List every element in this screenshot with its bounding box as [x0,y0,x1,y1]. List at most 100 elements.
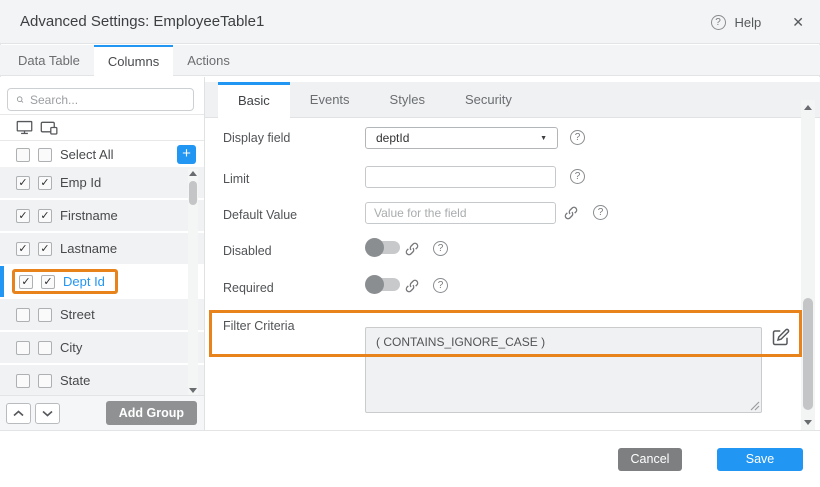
column-row[interactable]: State [0,365,204,396]
search-box [7,88,194,111]
column-row[interactable]: ✓ ✓ Emp Id [0,167,204,198]
display-field-select[interactable]: deptId ▼ [365,127,558,149]
column-web-checkbox[interactable] [16,374,30,388]
search-input[interactable] [30,93,185,107]
select-all-row: Select All + [0,142,204,167]
required-help-icon[interactable]: ? [433,278,448,293]
scroll-down-icon[interactable] [189,388,197,393]
column-label[interactable]: City [60,340,82,355]
default-value-input[interactable] [365,202,556,224]
filter-criteria-edit-button[interactable] [770,326,792,348]
column-row-content: ✓ ✓ Lastname [16,241,117,256]
column-mobile-checkbox[interactable]: ✓ [38,176,52,190]
add-group-button[interactable]: Add Group [106,401,197,425]
mobile-tablet-icon[interactable] [40,120,59,135]
column-mobile-checkbox[interactable] [38,374,52,388]
scroll-up-icon[interactable] [804,105,812,110]
tab-events[interactable]: Events [290,82,370,117]
default-value-help-icon[interactable]: ? [593,205,608,220]
display-field-label: Display field [223,131,290,145]
column-label[interactable]: Emp Id [60,175,101,190]
tab-styles[interactable]: Styles [370,82,445,117]
sidebar-scrollbar[interactable] [188,169,198,395]
default-value-label: Default Value [223,208,297,222]
column-label[interactable]: Street [60,307,95,322]
tab-columns[interactable]: Columns [94,45,173,76]
column-label[interactable]: Firstname [60,208,118,223]
add-column-button[interactable]: + [177,145,196,164]
select-all-mobile-checkbox[interactable] [38,148,52,162]
scroll-down-icon[interactable] [804,420,812,425]
column-mobile-checkbox[interactable]: ✓ [38,242,52,256]
column-mobile-checkbox[interactable]: ✓ [38,209,52,223]
disabled-bind-button[interactable] [403,239,421,259]
column-label[interactable]: State [60,373,90,388]
settings-tab-bar: Basic Events Styles Security [205,82,820,118]
column-settings-panel: Basic Events Styles Security Display fie… [205,77,820,430]
column-web-checkbox[interactable]: ✓ [16,242,30,256]
help-icon[interactable]: ? [711,15,726,30]
column-label[interactable]: Dept Id [63,274,105,289]
resize-handle-icon[interactable] [750,401,760,411]
tab-security[interactable]: Security [445,82,532,117]
help-link[interactable]: Help [735,15,762,30]
tab-actions[interactable]: Actions [173,45,244,75]
close-icon[interactable]: ✕ [792,14,804,31]
page-title: Advanced Settings: EmployeeTable1 [20,0,264,44]
move-down-button[interactable] [35,403,60,424]
required-toggle[interactable] [365,275,401,294]
move-up-button[interactable] [6,403,31,424]
disabled-help-icon[interactable]: ? [433,241,448,256]
required-label: Required [223,281,274,295]
scroll-up-icon[interactable] [189,171,197,176]
modal-footer: Cancel Save [0,430,820,487]
select-all-label: Select All [60,147,113,162]
save-button[interactable]: Save [717,448,803,471]
column-label[interactable]: Lastname [60,241,117,256]
select-all-web-checkbox[interactable] [16,148,30,162]
limit-help-icon[interactable]: ? [570,169,585,184]
tab-basic[interactable]: Basic [218,82,290,118]
link-icon [404,278,420,294]
edit-icon [772,328,790,346]
disabled-toggle[interactable] [365,238,401,257]
limit-label: Limit [223,172,249,186]
filter-criteria-textarea[interactable]: ( CONTAINS_IGNORE_CASE ) [365,327,762,413]
tab-data-table[interactable]: Data Table [4,45,94,75]
column-web-checkbox[interactable]: ✓ [19,275,33,289]
column-row-content: State [16,373,90,388]
filter-criteria-label: Filter Criteria [223,319,295,333]
desktop-icon[interactable] [16,120,33,135]
column-web-checkbox[interactable] [16,308,30,322]
search-icon [16,93,24,106]
advanced-settings-modal: Advanced Settings: EmployeeTable1 ? Help… [0,0,820,487]
column-mobile-checkbox[interactable] [38,341,52,355]
column-web-checkbox[interactable]: ✓ [16,176,30,190]
column-row[interactable]: Street [0,299,204,330]
link-icon [563,205,579,221]
column-web-checkbox[interactable] [16,341,30,355]
column-row-content: ✓ ✓ Firstname [16,208,118,223]
required-bind-button[interactable] [403,276,421,296]
disabled-label: Disabled [223,244,272,258]
limit-input[interactable] [365,166,556,188]
scrollbar-thumb[interactable] [189,181,197,205]
default-value-bind-button[interactable] [562,203,580,223]
column-mobile-checkbox[interactable] [38,308,52,322]
column-row-content: City [16,340,82,355]
column-row[interactable]: ✓ ✓ Firstname [0,200,204,231]
display-field-help-icon[interactable]: ? [570,130,585,145]
chevron-down-icon [42,410,53,417]
scrollbar-thumb[interactable] [803,298,813,410]
cancel-button[interactable]: Cancel [618,448,682,471]
column-row[interactable]: ✓ ✓ Lastname [0,233,204,264]
column-web-checkbox[interactable]: ✓ [16,209,30,223]
column-row[interactable]: City [0,332,204,363]
modal-header: Advanced Settings: EmployeeTable1 ? Help… [0,0,820,44]
column-row[interactable]: ✓ ✓ Dept Id [0,266,204,297]
column-mobile-checkbox[interactable]: ✓ [41,275,55,289]
link-icon [404,241,420,257]
main-tab-bar: Data Table Columns Actions [0,45,820,76]
panel-scrollbar[interactable] [801,100,815,430]
column-row-content: ✓ ✓ Emp Id [16,175,101,190]
